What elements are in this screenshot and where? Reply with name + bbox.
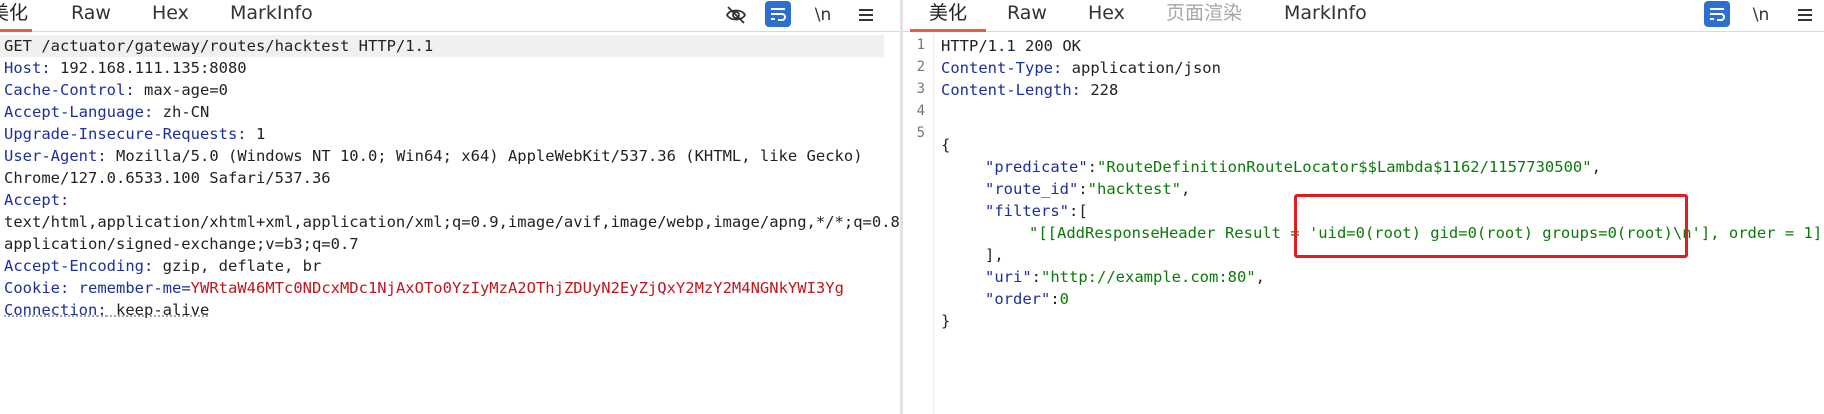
tab-raw[interactable]: Raw [71, 0, 111, 29]
response-pane: 美化 Raw Hex 页面渲染 MarkInfo \n 1 2 3 4 5 HT… [903, 0, 1824, 414]
header-accept-cont: text/html,application/xhtml+xml,applicat… [4, 213, 900, 231]
header-upgrade-insecure-requests: Upgrade-Insecure-Requests: 1 [4, 125, 266, 143]
header-accept: Accept: [4, 191, 70, 209]
line-gutter: 1 2 3 4 5 [903, 32, 934, 414]
header-user-agent-cont: Chrome/127.0.6533.100 Safari/537.36 [4, 169, 331, 187]
header-accept-cont-2: application/signed-exchange;v=b3;q=0.7 [4, 235, 359, 253]
wrap-icon[interactable] [1704, 1, 1730, 27]
line-number: 2 [916, 59, 925, 75]
json-filters: "filters":[ [985, 202, 1088, 220]
tab-page-render: 页面渲染 [1166, 2, 1243, 24]
header-host: Host: 192.168.111.135:8080 [4, 59, 247, 77]
header-user-agent: User-Agent: Mozilla/5.0 (Windows NT 10.0… [4, 147, 863, 165]
wrap-icon[interactable] [765, 1, 791, 27]
header-cookie: Cookie: remember-me=YWRtaW46MTc0NDcxMDc1… [4, 279, 844, 297]
tab-hex[interactable]: Hex [1088, 0, 1125, 29]
response-editor[interactable]: 1 2 3 4 5 HTTP/1.1 200 OK Content-Type: … [903, 32, 1824, 414]
response-tabbar: 美化 Raw Hex 页面渲染 MarkInfo \n [903, 0, 1824, 32]
json-filters-close: ], [985, 246, 1004, 264]
request-pane: 美化 Raw Hex MarkInfo \n GET /actuator/gat… [0, 0, 900, 414]
tab-hex[interactable]: Hex [152, 0, 189, 29]
header-cache-control: Cache-Control: max-age=0 [4, 81, 228, 99]
json-close-brace: } [941, 312, 951, 330]
tab-markinfo[interactable]: MarkInfo [1284, 0, 1367, 29]
line-number: 1 [916, 37, 925, 53]
tab-pretty[interactable]: 美化 [910, 0, 986, 32]
newline-toggle-icon[interactable]: \n [1748, 2, 1774, 28]
header-connection: Connection: keep-alive [4, 301, 210, 319]
header-content-type: Content-Type: application/json [941, 59, 1221, 77]
json-predicate: "predicate":"RouteDefinitionRouteLocator… [985, 158, 1601, 176]
json-order: "order":0 [985, 290, 1070, 308]
line-number: 4 [916, 103, 925, 119]
tab-raw[interactable]: Raw [1007, 0, 1047, 29]
newline-toggle-icon[interactable]: \n [810, 2, 836, 28]
header-accept-encoding: Accept-Encoding: gzip, deflate, br [4, 257, 322, 275]
request-tabbar: 美化 Raw Hex MarkInfo \n [0, 0, 900, 32]
eye-off-icon[interactable] [723, 2, 749, 28]
tab-markinfo[interactable]: MarkInfo [230, 0, 313, 29]
highlight-box [1294, 194, 1688, 258]
line-number: 5 [916, 125, 925, 141]
tab-pretty[interactable]: 美化 [0, 0, 32, 32]
request-editor[interactable]: GET /actuator/gateway/routes/hacktest HT… [0, 32, 900, 414]
json-uri: "uri":"http://example.com:80", [985, 268, 1265, 286]
header-content-length: Content-Length: 228 [941, 81, 1119, 99]
request-line: GET /actuator/gateway/routes/hacktest HT… [0, 35, 884, 57]
json-open-brace: { [941, 136, 951, 154]
menu-icon[interactable] [1792, 2, 1818, 28]
line-number: 3 [916, 81, 925, 97]
status-line: HTTP/1.1 200 OK [941, 37, 1081, 55]
header-accept-language: Accept-Language: zh-CN [4, 103, 210, 121]
menu-icon[interactable] [853, 2, 879, 28]
json-route-id: "route_id":"hacktest", [985, 180, 1191, 198]
